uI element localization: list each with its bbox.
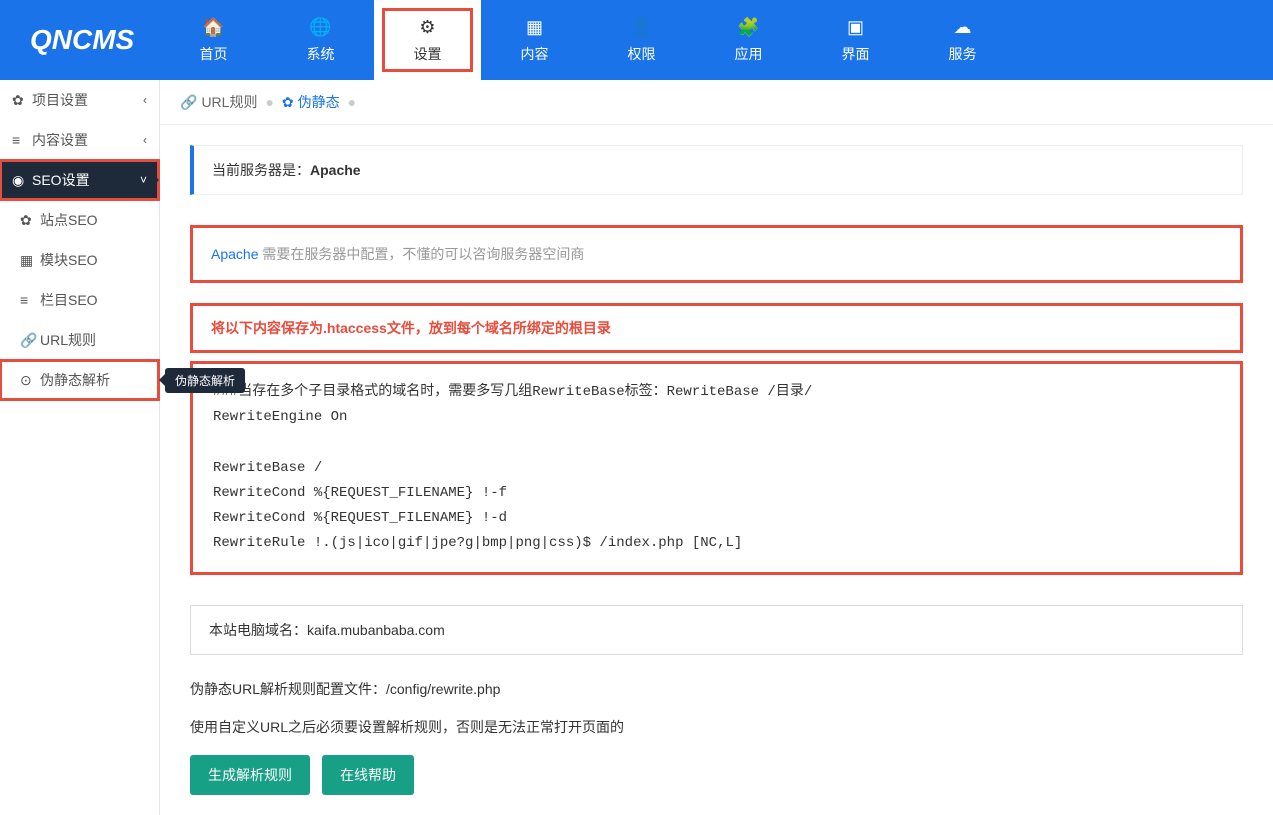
nav-label: 界面 — [842, 44, 870, 64]
nav-ui[interactable]: ▣ 界面 — [802, 0, 909, 80]
globe-icon: 🌐 — [309, 17, 331, 38]
server-name: Apache — [310, 162, 361, 178]
sidebar-column-seo[interactable]: ≡ 栏目SEO — [0, 280, 159, 320]
nav-label: 权限 — [628, 44, 656, 64]
sidebar-project-settings[interactable]: ✿ 项目设置 ‹ — [0, 80, 159, 120]
sidebar-seo-settings[interactable]: ◉ SEO设置 ˅ — [0, 160, 159, 200]
sidebar-label: SEO设置 — [32, 170, 140, 190]
gear-icon: ⚙ — [419, 17, 435, 38]
server-info: 当前服务器是：Apache — [190, 145, 1243, 195]
main-content: 🔗 URL规则 ● ✿ 伪静态 ● 当前服务器是：Apache Apache 需… — [160, 80, 1273, 815]
nav-label: 首页 — [200, 44, 228, 64]
sidebar-module-seo[interactable]: ▦ 模块SEO — [0, 240, 159, 280]
breadcrumb-sep: ● — [348, 94, 356, 110]
sidebar-pseudo-static[interactable]: ⊙ 伪静态解析 伪静态解析 — [0, 360, 159, 400]
generate-rules-button[interactable]: 生成解析规则 — [190, 755, 310, 795]
nav-settings[interactable]: ⚙ 设置 — [374, 0, 481, 80]
content-area: 当前服务器是：Apache Apache 需要在服务器中配置，不懂的可以咨询服务… — [160, 125, 1273, 815]
chevron-icon: ‹ — [143, 133, 147, 147]
sidebar-label: 栏目SEO — [40, 290, 147, 310]
button-row: 生成解析规则 在线帮助 — [190, 755, 1243, 795]
nav-services[interactable]: ☁ 服务 — [909, 0, 1016, 80]
breadcrumb-sep: ● — [265, 94, 273, 110]
breadcrumb-url-rules[interactable]: 🔗 URL规则 — [180, 92, 257, 112]
custom-url-info: 使用自定义URL之后必须要设置解析规则，否则是无法正常打开页面的 — [190, 717, 1243, 737]
link-icon: 🔗 — [180, 94, 197, 111]
sidebar-label: 项目设置 — [32, 90, 143, 110]
user-icon: 👤 — [630, 17, 652, 38]
nav-label: 应用 — [735, 44, 763, 64]
container: ✿ 项目设置 ‹ ≡ 内容设置 ‹ ◉ SEO设置 ˅ ✿ 站点SEO ▦ 模块… — [0, 80, 1273, 815]
apache-label: Apache — [211, 246, 258, 262]
nav-system[interactable]: 🌐 系统 — [267, 0, 374, 80]
sidebar-content-settings[interactable]: ≡ 内容设置 ‹ — [0, 120, 159, 160]
tooltip: 伪静态解析 — [165, 368, 245, 393]
sidebar-label: 模块SEO — [40, 250, 147, 270]
sidebar-site-seo[interactable]: ✿ 站点SEO — [0, 200, 159, 240]
link-icon: 🔗 — [20, 332, 40, 349]
breadcrumb-label: URL规则 — [201, 92, 257, 112]
nav-label: 系统 — [307, 44, 335, 64]
nav-label: 内容 — [521, 44, 549, 64]
nav-apps[interactable]: 🧩 应用 — [695, 0, 802, 80]
config-file-info: 伪静态URL解析规则配置文件：/config/rewrite.php — [190, 679, 1243, 699]
domain-info: 本站电脑域名：kaifa.mubanbaba.com — [190, 605, 1243, 655]
seo-icon: ◉ — [12, 172, 32, 189]
apache-note-text: 需要在服务器中配置，不懂的可以咨询服务器空间商 — [258, 246, 584, 262]
gear-icon: ✿ — [12, 92, 32, 109]
nav-label: 服务 — [949, 44, 977, 64]
gear-icon: ✿ — [20, 212, 40, 229]
layout-icon: ▣ — [847, 17, 864, 38]
nav-items: 🏠 首页 🌐 系统 ⚙ 设置 ▦ 内容 👤 权限 🧩 应用 ▣ 界面 ☁ — [160, 0, 1273, 80]
list-icon: ≡ — [20, 292, 40, 308]
sidebar: ✿ 项目设置 ‹ ≡ 内容设置 ‹ ◉ SEO设置 ˅ ✿ 站点SEO ▦ 模块… — [0, 80, 160, 815]
sidebar-label: URL规则 — [40, 330, 147, 350]
nav-content[interactable]: ▦ 内容 — [481, 0, 588, 80]
grid-icon: ▦ — [20, 252, 40, 269]
sidebar-label: 内容设置 — [32, 130, 143, 150]
top-nav: QNCMS 🏠 首页 🌐 系统 ⚙ 设置 ▦ 内容 👤 权限 🧩 应用 ▣ 界面 — [0, 0, 1273, 80]
server-info-prefix: 当前服务器是： — [212, 162, 310, 178]
chevron-down-icon: ˅ — [140, 173, 147, 187]
list-icon: ≡ — [12, 132, 32, 148]
nav-home[interactable]: 🏠 首页 — [160, 0, 267, 80]
cloud-icon: ☁ — [954, 17, 972, 38]
nav-permissions[interactable]: 👤 权限 — [588, 0, 695, 80]
puzzle-icon: 🧩 — [737, 17, 759, 38]
nav-label: 设置 — [414, 44, 442, 64]
htaccess-code[interactable]: ###当存在多个子目录格式的域名时，需要多写几组RewriteBase标签：Re… — [190, 361, 1243, 575]
apache-note: Apache 需要在服务器中配置，不懂的可以咨询服务器空间商 — [190, 225, 1243, 283]
warning-text: 将以下内容保存为.htaccess文件，放到每个域名所绑定的根目录 — [190, 303, 1243, 353]
breadcrumb: 🔗 URL规则 ● ✿ 伪静态 ● — [160, 80, 1273, 125]
breadcrumb-pseudo-static[interactable]: ✿ 伪静态 — [282, 92, 340, 112]
sidebar-label: 站点SEO — [40, 210, 147, 230]
chevron-icon: ‹ — [143, 93, 147, 107]
grid-icon: ▦ — [526, 17, 543, 38]
logo: QNCMS — [0, 0, 160, 80]
gear-icon: ✿ — [282, 94, 294, 111]
sidebar-url-rules[interactable]: 🔗 URL规则 — [0, 320, 159, 360]
online-help-button[interactable]: 在线帮助 — [322, 755, 414, 795]
code-icon: ⊙ — [20, 372, 40, 389]
sidebar-label: 伪静态解析 — [40, 370, 147, 390]
breadcrumb-label: 伪静态 — [298, 92, 340, 112]
home-icon: 🏠 — [202, 17, 224, 38]
